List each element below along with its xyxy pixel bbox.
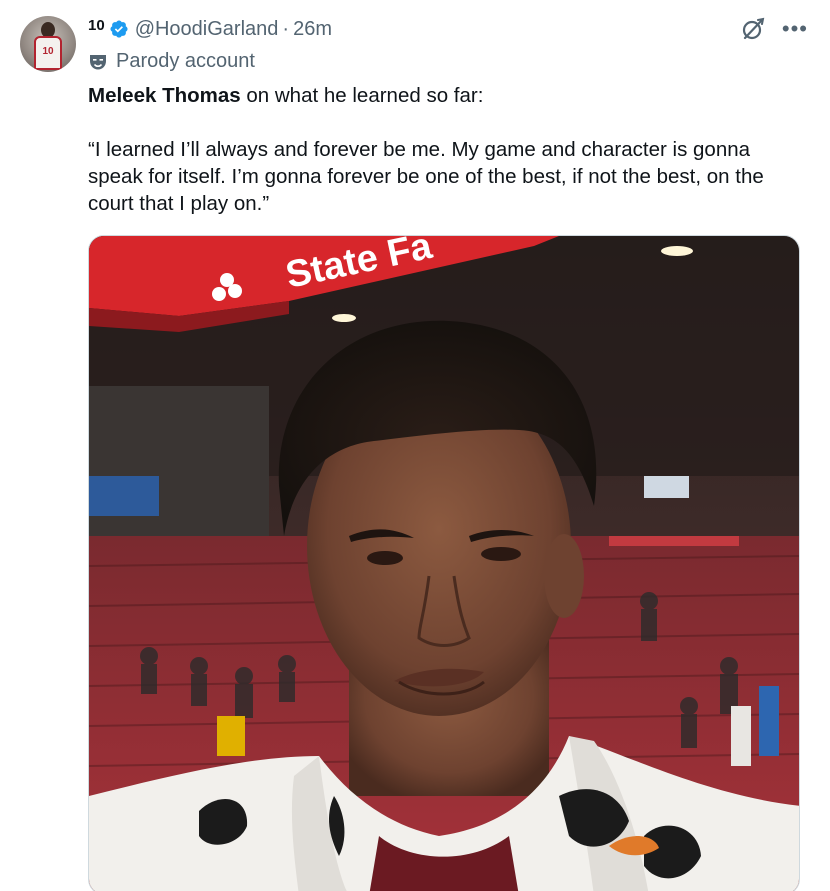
tweet-header: 10 @HoodiGarland · 26m — [88, 16, 332, 42]
separator-dot: · — [282, 17, 290, 40]
grok-icon[interactable] — [740, 16, 766, 42]
handle[interactable]: @HoodiGarland — [135, 18, 279, 41]
tweet: 10 10 @HoodiGarland · 26m Parody account… — [0, 0, 830, 891]
more-icon[interactable]: ••• — [782, 18, 808, 40]
verified-badge-icon[interactable] — [109, 19, 129, 39]
media-image: State Fa — [89, 236, 799, 891]
mask-icon — [90, 54, 106, 69]
lead-rest: on what he learned so far: — [240, 84, 484, 107]
avatar[interactable]: 10 — [20, 16, 76, 72]
tweet-media-image[interactable]: State Fa — [88, 235, 800, 891]
parody-label: Parody account — [88, 50, 255, 73]
avatar-jersey: 10 — [34, 36, 62, 70]
timestamp[interactable]: 26m — [293, 18, 332, 41]
tweet-quote: “I learned I’ll always and forever be me… — [88, 138, 764, 215]
avatar-jersey-number: 10 — [42, 46, 54, 57]
subject-name[interactable]: Meleek Thomas — [88, 84, 241, 107]
tweet-actions: ••• — [740, 16, 808, 42]
display-name[interactable]: 10 — [88, 17, 105, 34]
parody-label-text: Parody account — [116, 50, 255, 72]
tweet-lead: Meleek Thomas on what he learned so far: — [88, 82, 808, 109]
tweet-text: Meleek Thomas on what he learned so far:… — [88, 82, 808, 217]
